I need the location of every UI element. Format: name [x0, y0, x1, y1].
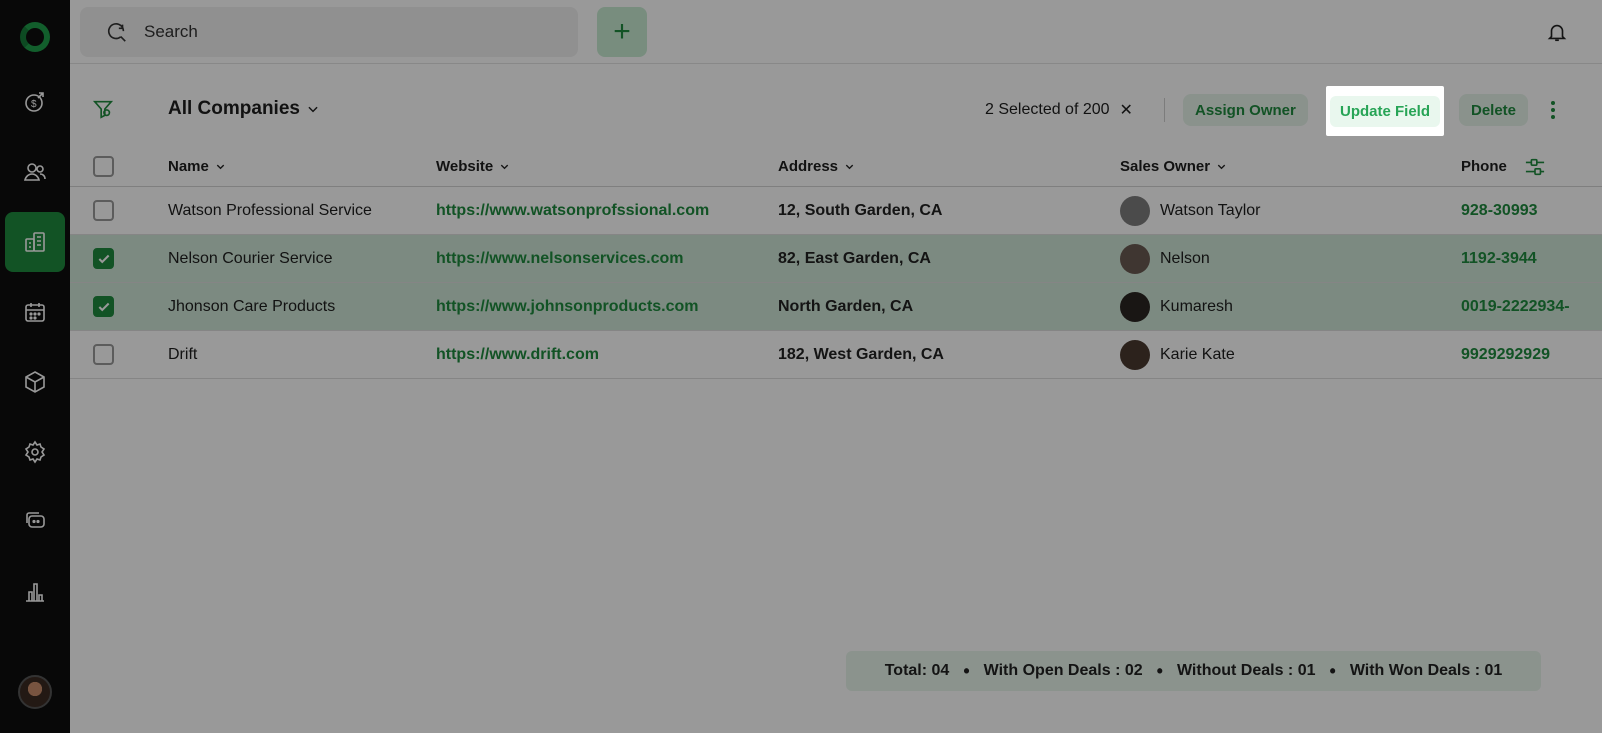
company-name: Jhonson Care Products [168, 297, 336, 315]
calendar-icon[interactable] [5, 282, 65, 342]
table-row[interactable]: Watson Professional Service https://www.… [70, 187, 1602, 235]
filter-icon[interactable] [92, 98, 114, 120]
company-phone[interactable]: 928-30993 [1461, 187, 1538, 234]
table-row[interactable]: Nelson Courier Service https://www.nelso… [70, 235, 1602, 283]
assign-owner-button[interactable]: Assign Owner [1183, 94, 1308, 126]
avatar [1120, 195, 1150, 226]
update-field-button[interactable]: Update Field [1326, 86, 1444, 136]
company-name: Watson Professional Service [168, 201, 372, 219]
selection-text: 2 Selected of 200 [985, 101, 1110, 118]
logo[interactable] [20, 22, 50, 52]
sidebar-nav: $ [5, 72, 65, 632]
summary-open-deals: With Open Deals : 02 [983, 662, 1143, 679]
sales-owner: Watson Taylor [1120, 187, 1260, 234]
selection-count: 2 Selected of 200 ✕ [985, 100, 1133, 120]
view-title: All Companies [168, 98, 300, 119]
column-website[interactable]: Website [436, 147, 510, 186]
user-avatar[interactable] [18, 675, 52, 709]
company-website[interactable]: https://www.drift.com [436, 331, 599, 378]
company-address: North Garden, CA [778, 297, 914, 315]
clear-selection-icon[interactable]: ✕ [1120, 100, 1133, 120]
topbar: Search + [70, 0, 1602, 64]
delete-button[interactable]: Delete [1459, 94, 1529, 126]
deals-icon[interactable]: $ [5, 72, 65, 132]
sales-owner: Kumaresh [1120, 283, 1233, 330]
reports-icon[interactable] [5, 562, 65, 622]
avatar [1120, 339, 1150, 370]
companies-icon[interactable] [5, 212, 65, 272]
search-bar[interactable]: Search [80, 6, 578, 57]
avatar [1120, 243, 1150, 274]
chevron-down-icon [501, 164, 509, 170]
svg-text:$: $ [31, 99, 37, 110]
row-checkbox[interactable] [93, 200, 114, 221]
company-website[interactable]: https://www.johnsonproducts.com [436, 283, 699, 330]
table-row[interactable]: Jhonson Care Products https://www.johnso… [70, 283, 1602, 331]
column-name[interactable]: Name [168, 147, 226, 186]
column-address[interactable]: Address [778, 147, 855, 186]
summary-bar: Total: 04 • With Open Deals : 02 • Witho… [846, 651, 1541, 691]
chevron-down-icon [1217, 164, 1226, 170]
more-options-icon[interactable] [1550, 100, 1556, 120]
column-phone[interactable]: Phone [1461, 147, 1507, 186]
column-settings-icon[interactable] [1524, 157, 1546, 177]
divider [1164, 98, 1165, 122]
companies-table: Name Website Address Sales Owner Phone W… [70, 147, 1602, 379]
update-field-label: Update Field [1329, 95, 1440, 127]
search-label: Search [144, 21, 198, 41]
chat-icon[interactable] [5, 492, 65, 552]
row-checkbox[interactable] [93, 344, 114, 365]
contacts-icon[interactable] [5, 142, 65, 202]
sidebar: $ [0, 0, 70, 733]
company-website[interactable]: https://www.nelsonservices.com [436, 235, 683, 282]
separator: • [1329, 660, 1336, 681]
summary-total: Total: 04 [884, 662, 950, 679]
table-header: Name Website Address Sales Owner Phone [70, 147, 1602, 187]
bell-icon[interactable] [1546, 21, 1568, 43]
company-name: Drift [168, 345, 198, 363]
table-row[interactable]: Drift https://www.drift.com 182, West Ga… [70, 331, 1602, 379]
chevron-down-icon [308, 106, 318, 113]
company-name: Nelson Courier Service [168, 249, 333, 267]
view-selector[interactable]: All Companies [168, 98, 320, 120]
company-phone[interactable]: 0019-2222934- [1461, 283, 1570, 330]
settings-icon[interactable] [5, 422, 65, 482]
row-checkbox[interactable] [93, 248, 114, 269]
avatar [1120, 291, 1150, 322]
products-icon[interactable] [5, 352, 65, 412]
company-phone[interactable]: 9929292929 [1461, 331, 1550, 378]
company-address: 182, West Garden, CA [778, 345, 944, 363]
row-checkbox[interactable] [93, 296, 114, 317]
company-phone[interactable]: 1192-3944 [1461, 235, 1537, 282]
search-icon [108, 22, 126, 42]
column-sales-owner[interactable]: Sales Owner [1120, 147, 1227, 186]
summary-won-deals: With Won Deals : 01 [1349, 662, 1503, 679]
chevron-down-icon [845, 164, 854, 170]
company-website[interactable]: https://www.watsonprofssional.com [436, 187, 709, 234]
summary-without-deals: Without Deals : 01 [1176, 662, 1316, 679]
separator: • [963, 660, 970, 681]
select-all-checkbox[interactable] [93, 156, 114, 177]
company-address: 12, South Garden, CA [778, 201, 943, 219]
add-button[interactable]: + [597, 6, 647, 57]
chevron-down-icon [216, 164, 225, 170]
sales-owner: Karie Kate [1120, 331, 1235, 378]
separator: • [1156, 660, 1163, 681]
sales-owner: Nelson [1120, 235, 1210, 282]
company-address: 82, East Garden, CA [778, 249, 931, 267]
